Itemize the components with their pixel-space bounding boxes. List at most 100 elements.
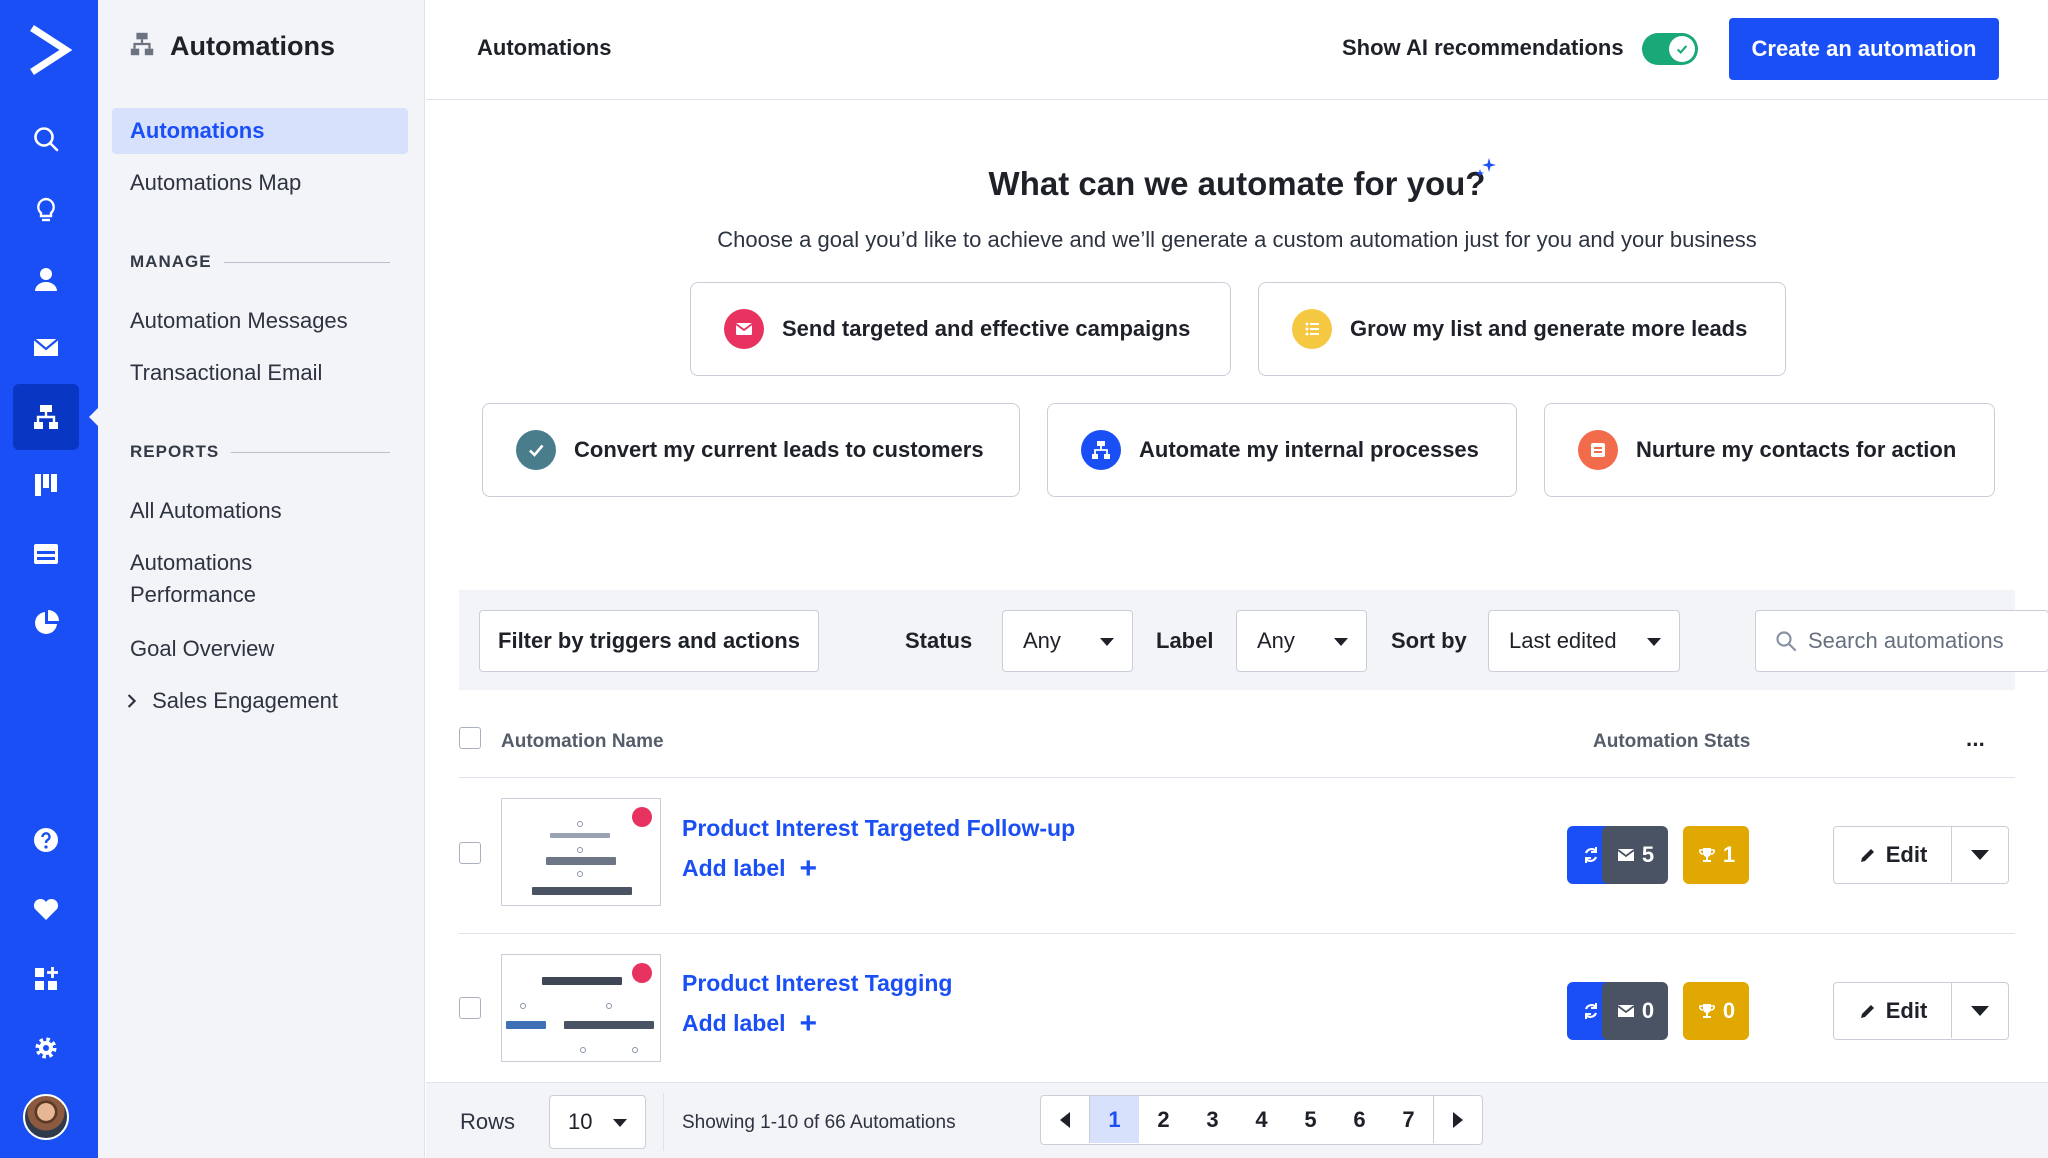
page-button[interactable]: 5 xyxy=(1286,1096,1335,1143)
create-automation-button[interactable]: Create an automation xyxy=(1729,18,1999,80)
automations-icon[interactable] xyxy=(13,384,98,450)
status-select[interactable]: Any xyxy=(1002,610,1133,672)
label-select[interactable]: Any xyxy=(1236,610,1367,672)
messages-stat[interactable]: 0 xyxy=(1602,982,1668,1040)
favorites-icon[interactable] xyxy=(13,876,79,942)
goal-card-leads[interactable]: Grow my list and generate more leads xyxy=(1258,282,1786,376)
edit-dropdown-button[interactable] xyxy=(1952,827,2008,882)
icon-rail xyxy=(0,0,98,1158)
envelope-icon xyxy=(1617,849,1635,861)
search-icon xyxy=(1776,631,1797,652)
goal-label: Convert my current leads to customers xyxy=(574,437,984,462)
website-icon[interactable] xyxy=(13,521,79,587)
nav-item-label: Sales Engagement xyxy=(152,688,339,713)
page-button[interactable]: 2 xyxy=(1139,1096,1188,1143)
hero-subtitle: Choose a goal you’d like to achieve and … xyxy=(717,227,1757,252)
automation-name-link[interactable]: Product Interest Tagging xyxy=(682,970,952,997)
prev-page-button[interactable] xyxy=(1041,1096,1090,1143)
goal-card-internal[interactable]: Automate my internal processes xyxy=(1047,403,1517,497)
page-button[interactable]: 4 xyxy=(1237,1096,1286,1143)
stat-value: 1 xyxy=(1722,842,1736,867)
column-header-name[interactable]: Automation Name xyxy=(501,731,664,753)
refresh-icon xyxy=(1584,1003,1597,1019)
select-all-checkbox[interactable] xyxy=(459,727,481,749)
goal-card-convert[interactable]: Convert my current leads to customers xyxy=(482,403,1020,497)
trophy-icon xyxy=(1698,1004,1715,1018)
logo-icon[interactable] xyxy=(26,24,72,76)
nav-item-label: Automations xyxy=(130,550,253,575)
apps-icon[interactable] xyxy=(13,946,79,1012)
settings-icon[interactable] xyxy=(13,1015,79,1081)
nav-item-transactional-email[interactable]: Transactional Email xyxy=(112,350,408,396)
next-page-button[interactable] xyxy=(1433,1096,1482,1143)
page-title: Automations xyxy=(477,35,612,60)
status-value: Any xyxy=(1023,628,1061,653)
check-icon xyxy=(1669,36,1695,62)
nav-item-automation-messages[interactable]: Automation Messages xyxy=(112,298,408,344)
lightbulb-icon[interactable] xyxy=(13,177,79,243)
subnav-header: Automations xyxy=(128,30,335,63)
rows-per-page-select[interactable]: 10 xyxy=(549,1095,646,1149)
envelope-icon xyxy=(1617,1005,1635,1017)
search-icon[interactable] xyxy=(13,106,79,172)
automation-thumbnail[interactable] xyxy=(501,798,661,906)
contacts-icon[interactable] xyxy=(13,246,79,312)
plus-icon: + xyxy=(799,1006,818,1040)
divider xyxy=(459,777,2015,778)
divider xyxy=(663,1093,664,1151)
edit-label: Edit xyxy=(1885,997,1928,1023)
more-options-icon[interactable]: ··· xyxy=(1966,732,1986,758)
sort-value: Last edited xyxy=(1509,628,1617,653)
page-button[interactable]: 1 xyxy=(1090,1096,1139,1143)
campaigns-icon[interactable] xyxy=(13,314,79,380)
list-icon xyxy=(1292,309,1332,349)
page-button[interactable]: 3 xyxy=(1188,1096,1237,1143)
status-dot xyxy=(632,807,652,827)
stat-value: 0 xyxy=(1722,998,1736,1023)
ai-recommendations-toggle[interactable] xyxy=(1642,33,1698,65)
sort-label: Sort by xyxy=(1391,628,1467,653)
goal-label: Send targeted and effective campaigns xyxy=(782,316,1191,341)
automation-name-link[interactable]: Product Interest Targeted Follow-up xyxy=(682,815,1075,842)
rows-value: 10 xyxy=(568,1109,593,1134)
refresh-icon xyxy=(1584,847,1597,863)
goals-stat[interactable]: 0 xyxy=(1683,982,1749,1040)
reports-icon[interactable] xyxy=(13,590,79,656)
page-button[interactable]: 6 xyxy=(1335,1096,1384,1143)
edit-button[interactable]: Edit xyxy=(1834,827,1952,882)
add-label-text: Add label xyxy=(682,855,786,881)
search-input[interactable] xyxy=(1808,623,2038,659)
edit-button[interactable]: Edit xyxy=(1834,983,1952,1038)
status-label: Status xyxy=(905,628,973,653)
section-heading: REPORTS xyxy=(130,442,220,461)
page-button[interactable]: 7 xyxy=(1384,1096,1433,1143)
nav-item-automations-map[interactable]: Automations Map xyxy=(112,160,408,206)
edit-dropdown-button[interactable] xyxy=(1952,983,2008,1038)
chevron-down-icon xyxy=(1971,1006,1989,1025)
pagination-footer: Rows 10 Showing 1-10 of 66 Automations 1… xyxy=(426,1082,2048,1158)
nav-item-goal-overview[interactable]: Goal Overview xyxy=(112,626,408,672)
goal-card-nurture[interactable]: Nurture my contacts for action xyxy=(1544,403,1995,497)
help-icon[interactable] xyxy=(13,807,79,873)
label-label: Label xyxy=(1156,628,1214,653)
goals-stat[interactable]: 1 xyxy=(1683,826,1749,884)
nav-item-sales-engagement[interactable]: Sales Engagement xyxy=(112,678,408,724)
goal-card-campaigns[interactable]: Send targeted and effective campaigns xyxy=(690,282,1231,376)
filter-triggers-button[interactable]: Filter by triggers and actions xyxy=(479,610,819,672)
nav-item-automations-performance[interactable]: Automations Performance xyxy=(112,540,408,607)
nav-item-automations[interactable]: Automations xyxy=(112,108,408,154)
messages-stat-display[interactable]: 5 xyxy=(1602,826,1668,884)
chevron-right-icon xyxy=(126,678,146,724)
row-checkbox[interactable] xyxy=(459,997,481,1019)
automation-thumbnail[interactable] xyxy=(501,954,661,1062)
nav-item-all-automations[interactable]: All Automations xyxy=(112,488,408,534)
add-label-button[interactable]: Add label + xyxy=(682,853,817,883)
search-box[interactable] xyxy=(1755,610,2048,672)
add-label-button[interactable]: Add label + xyxy=(682,1006,818,1040)
row-checkbox[interactable] xyxy=(459,842,481,864)
filter-bar: Filter by triggers and actions Status An… xyxy=(459,590,2048,690)
sort-select[interactable]: Last edited xyxy=(1488,610,1680,672)
chevron-down-icon xyxy=(1647,638,1661,653)
avatar[interactable] xyxy=(23,1094,69,1140)
deals-icon[interactable] xyxy=(13,452,79,518)
